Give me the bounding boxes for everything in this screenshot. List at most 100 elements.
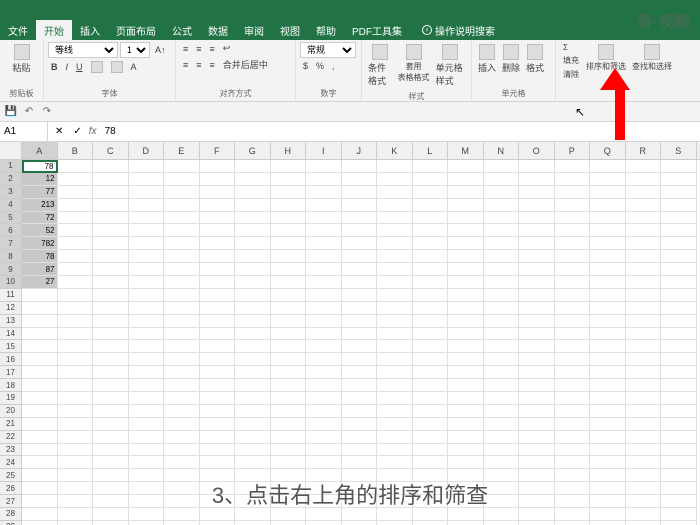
cell[interactable] [626,160,662,173]
cell[interactable] [306,353,342,366]
cell[interactable] [93,340,129,353]
insert-cell-button[interactable]: 插入 [476,42,498,76]
cell[interactable] [448,224,484,237]
cell[interactable] [164,366,200,379]
cell[interactable] [626,508,662,521]
cell[interactable] [626,224,662,237]
cell[interactable] [235,199,271,212]
col-header-C[interactable]: C [93,142,129,159]
cell[interactable] [22,328,58,341]
cell[interactable] [271,353,307,366]
cell[interactable] [129,444,165,457]
cell[interactable] [164,521,200,525]
cell[interactable] [590,392,626,405]
tab-view[interactable]: 视图 [272,20,308,41]
cell[interactable] [22,405,58,418]
cell[interactable] [271,302,307,315]
cell[interactable] [235,418,271,431]
row-header-3[interactable]: 3 [0,186,22,199]
row-header-11[interactable]: 11 [0,289,22,302]
cell[interactable] [342,212,378,225]
cell[interactable] [626,482,662,495]
cell[interactable] [555,392,591,405]
cell[interactable] [448,186,484,199]
cell[interactable] [164,173,200,186]
cell[interactable] [129,508,165,521]
cell[interactable] [93,224,129,237]
cell[interactable] [129,495,165,508]
cell[interactable] [555,289,591,302]
row-header-18[interactable]: 18 [0,379,22,392]
cell[interactable] [129,405,165,418]
cell[interactable] [306,173,342,186]
cell[interactable] [590,444,626,457]
cell[interactable] [235,160,271,173]
cell[interactable] [519,224,555,237]
cell[interactable] [129,521,165,525]
cell[interactable] [306,328,342,341]
percent-button[interactable]: % [313,60,327,72]
cell[interactable]: 78 [22,250,58,263]
cell[interactable] [555,353,591,366]
cell[interactable] [484,521,520,525]
cell[interactable] [519,495,555,508]
cell[interactable] [164,224,200,237]
cell[interactable] [58,431,94,444]
cell[interactable] [164,482,200,495]
cell[interactable] [235,173,271,186]
cell[interactable] [661,160,697,173]
cell[interactable] [448,340,484,353]
cell[interactable] [306,315,342,328]
cell[interactable] [626,250,662,263]
formula-input[interactable] [101,126,241,137]
cell[interactable] [555,521,591,525]
cell[interactable] [519,444,555,457]
cell[interactable] [306,379,342,392]
tab-review[interactable]: 审阅 [236,20,272,41]
cell[interactable] [484,186,520,199]
cell[interactable] [626,353,662,366]
cell[interactable] [448,263,484,276]
cell[interactable] [590,328,626,341]
cell[interactable] [58,199,94,212]
cell[interactable] [164,160,200,173]
cell[interactable] [93,263,129,276]
cell[interactable] [519,366,555,379]
cell[interactable] [271,160,307,173]
cell[interactable] [164,392,200,405]
cell[interactable] [235,328,271,341]
cell[interactable] [590,186,626,199]
cell[interactable] [58,340,94,353]
cell[interactable] [306,456,342,469]
cell[interactable] [306,224,342,237]
cell[interactable] [590,521,626,525]
cell[interactable] [626,418,662,431]
comma-button[interactable]: , [329,60,338,72]
cell[interactable] [377,250,413,263]
cell[interactable] [555,379,591,392]
tab-file[interactable]: 文件 [0,20,36,41]
cell[interactable] [93,250,129,263]
row-header-6[interactable]: 6 [0,224,22,237]
cell[interactable] [448,315,484,328]
cell[interactable] [555,263,591,276]
row-header-25[interactable]: 25 [0,469,22,482]
cell[interactable] [200,353,236,366]
row-header-28[interactable]: 28 [0,508,22,521]
cell[interactable] [590,250,626,263]
cell[interactable] [342,418,378,431]
col-header-R[interactable]: R [626,142,662,159]
cell[interactable] [448,353,484,366]
cell[interactable] [448,328,484,341]
cell[interactable] [93,276,129,289]
cell[interactable] [164,186,200,199]
cell[interactable] [555,431,591,444]
cell[interactable] [129,173,165,186]
col-header-M[interactable]: M [448,142,484,159]
cell[interactable] [590,508,626,521]
cancel-button[interactable]: ✕ [52,125,66,138]
cell[interactable] [271,444,307,457]
cell[interactable] [200,431,236,444]
cell[interactable] [342,250,378,263]
cell[interactable] [271,366,307,379]
